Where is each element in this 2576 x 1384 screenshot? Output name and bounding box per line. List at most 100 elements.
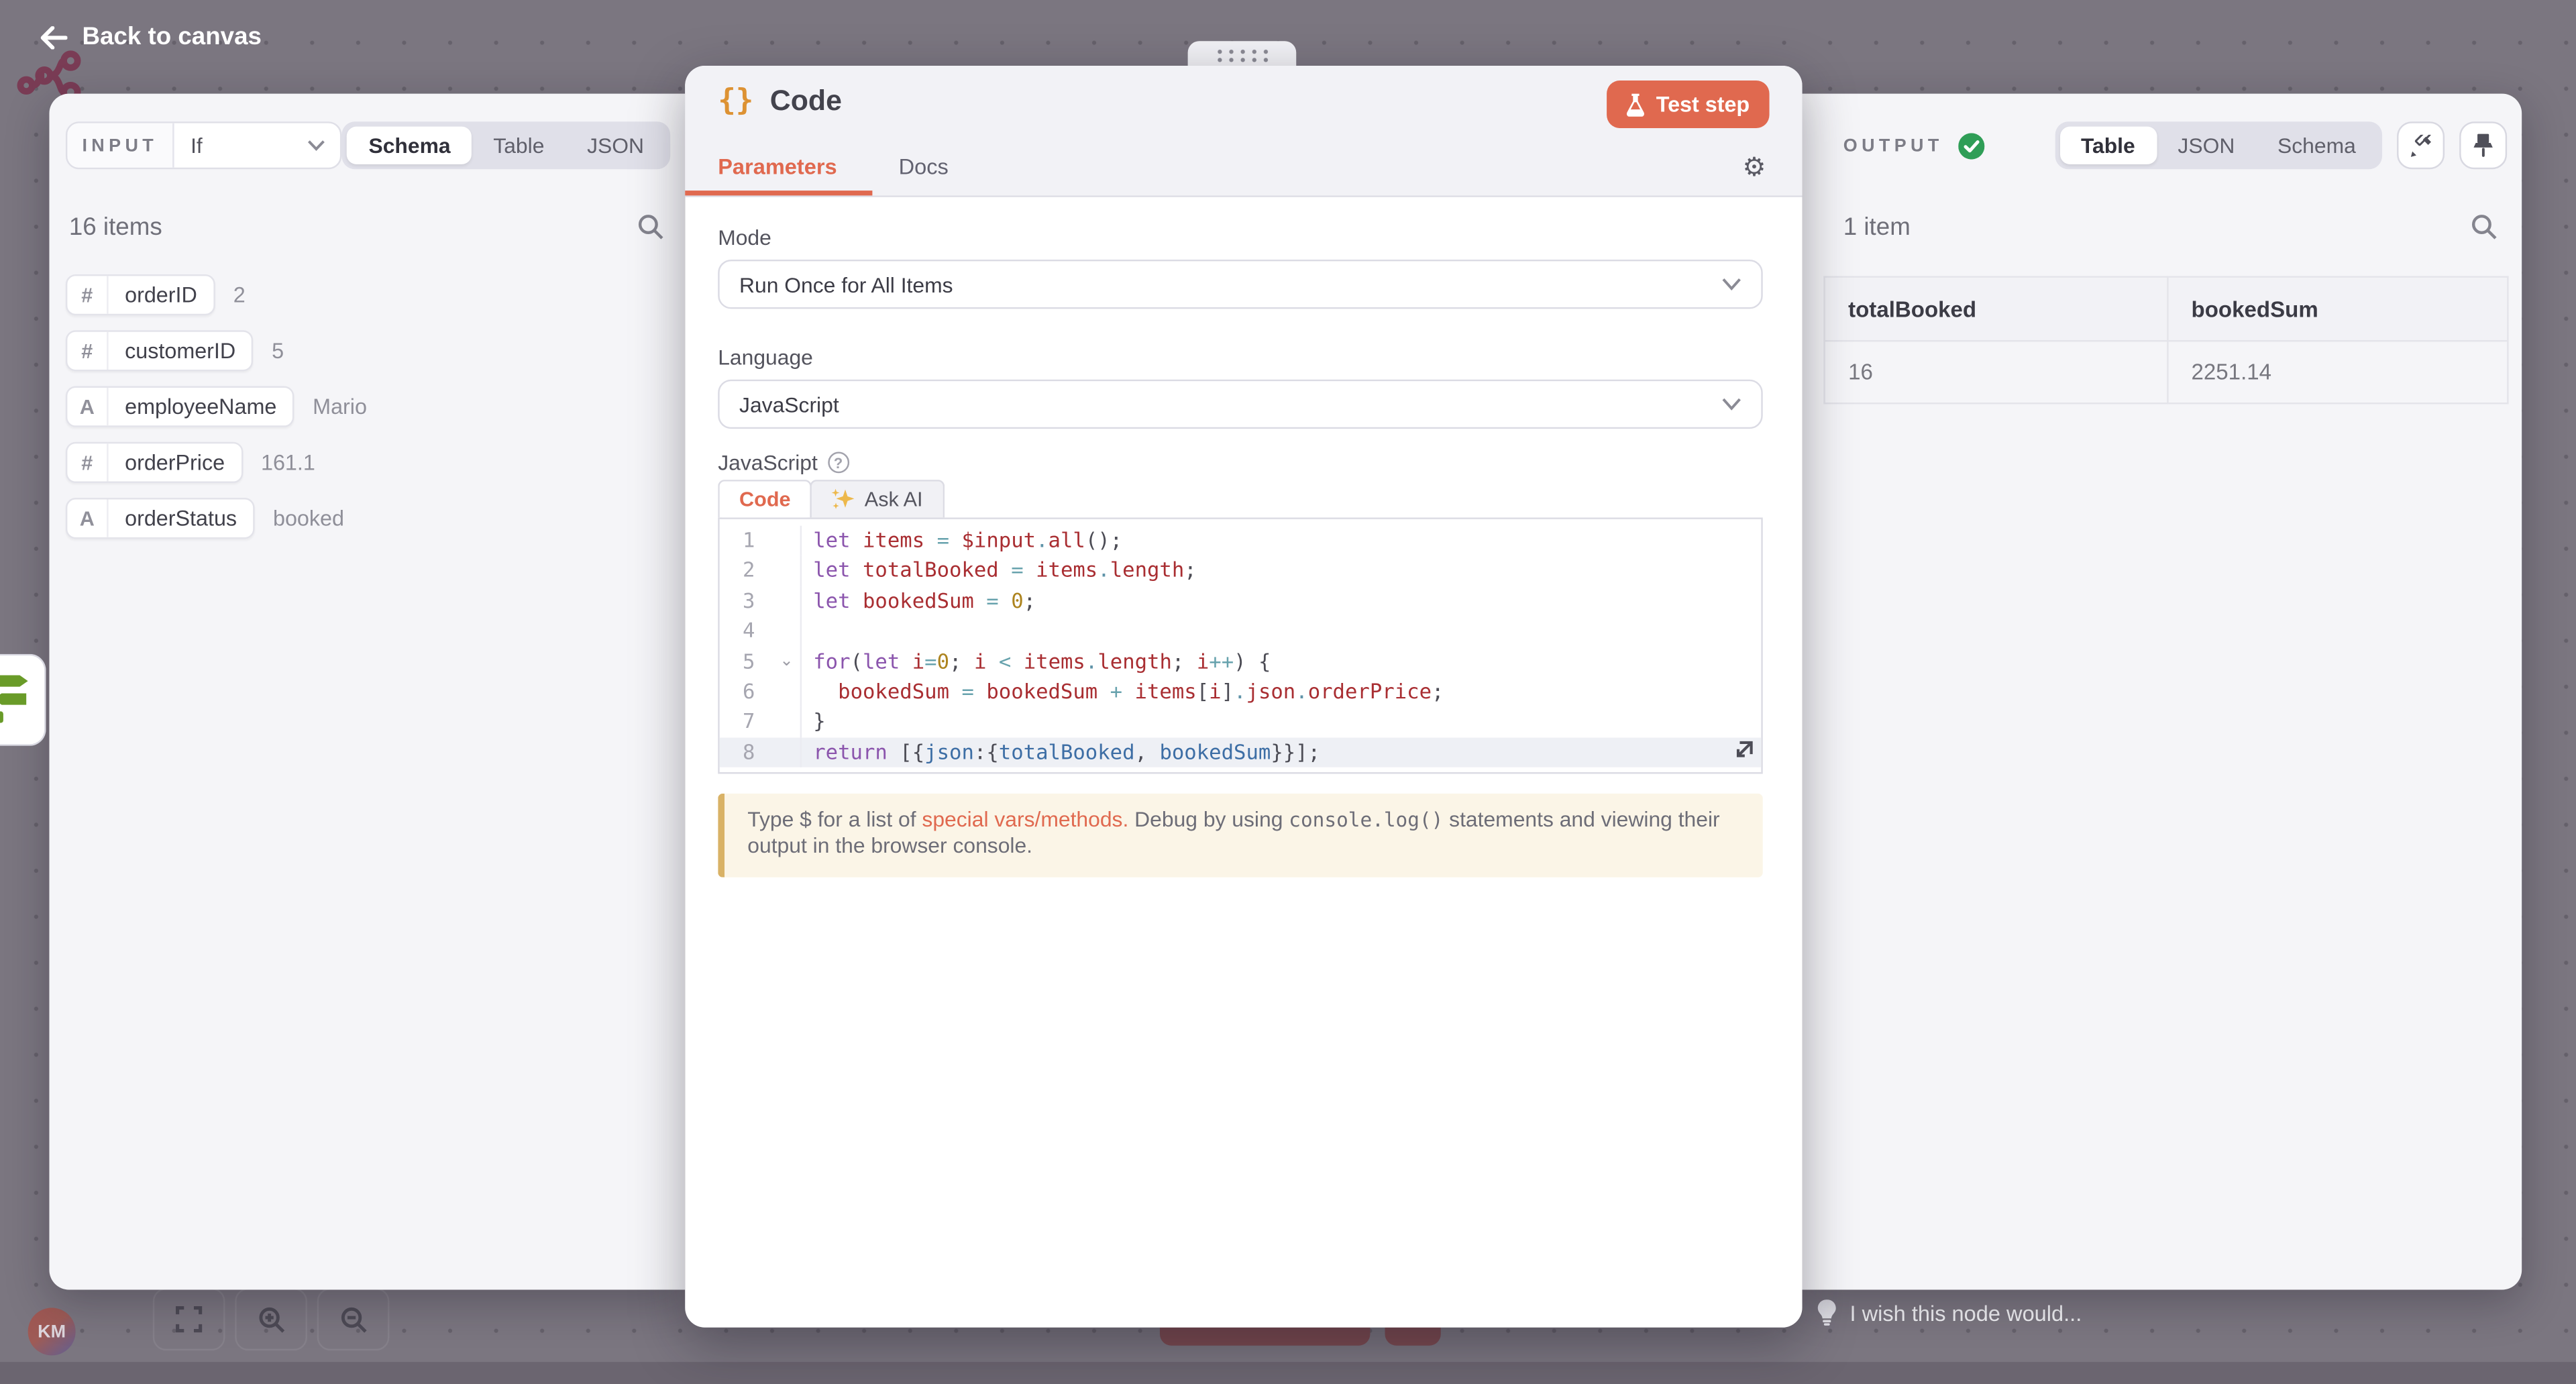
code-editor[interactable]: 1let items = $input.all();2let totalBook… [718, 517, 1763, 774]
line-number: 2 [720, 556, 802, 586]
line-content: let totalBooked = items.length; [802, 556, 1197, 586]
field-value: 5 [272, 338, 284, 363]
sparkles-icon [832, 488, 855, 511]
search-icon[interactable] [2471, 213, 2497, 239]
output-table-wrap: totalBookedbookedSum 162251.14 [1823, 276, 2508, 404]
input-node-selector[interactable]: INPUT If [66, 121, 342, 169]
user-avatar[interactable]: KM [28, 1308, 76, 1355]
screen: Back to canvas KM [0, 0, 2576, 1383]
tab-code[interactable]: Code [718, 480, 812, 517]
schema-pill[interactable]: #orderID [66, 274, 215, 315]
hint-text-2: Debug by using [1128, 806, 1289, 831]
tab-docs[interactable]: Docs [899, 154, 949, 179]
language-select[interactable]: JavaScript [718, 380, 1763, 429]
input-panel: INPUT If Schema Table JSON 16 items #ord… [49, 94, 685, 1290]
code-lines: 1let items = $input.all();2let totalBook… [720, 526, 1762, 767]
success-check-icon [1958, 132, 1984, 158]
code-line[interactable]: 7} [720, 707, 1762, 737]
output-tab-json[interactable]: JSON [2157, 127, 2257, 164]
editor-hint: Type $ for a list of special vars/method… [718, 794, 1763, 877]
output-cell: 16 [1825, 341, 2167, 403]
schema-pill[interactable]: #customerID [66, 330, 254, 371]
line-content: } [802, 707, 826, 737]
ndv-drag-handle[interactable] [1188, 41, 1297, 67]
line-number: 5⌄ [720, 647, 802, 677]
input-tab-json[interactable]: JSON [566, 127, 665, 164]
language-label: Language [718, 345, 813, 370]
hint-code: console.log() [1289, 808, 1443, 831]
back-to-canvas-button[interactable]: Back to canvas [40, 23, 262, 51]
code-line[interactable]: 1let items = $input.all(); [720, 526, 1762, 556]
input-label: INPUT [67, 123, 174, 168]
special-vars-link[interactable]: special vars/methods. [922, 806, 1128, 831]
tab-ask-ai[interactable]: Ask AI [810, 480, 944, 517]
code-line[interactable]: 3let bookedSum = 0; [720, 586, 1762, 617]
field-name: orderPrice [109, 443, 241, 481]
output-label: OUTPUT [1843, 136, 1943, 155]
zoom-to-fit-button[interactable] [153, 1288, 225, 1350]
tab-code-label: Code [739, 488, 791, 511]
schema-list: #orderID2#customerID5AemployeeNameMario#… [66, 274, 669, 553]
code-line[interactable]: 8return [{json:{totalBooked, bookedSum}}… [720, 737, 1762, 767]
schema-pill[interactable]: AemployeeName [66, 386, 294, 427]
input-count-row: 16 items [69, 209, 664, 245]
field-name: customerID [109, 332, 252, 370]
if-node-card[interactable] [0, 654, 46, 746]
node-feedback-link[interactable]: I wish this node would... [1817, 1299, 2082, 1326]
input-tab-table[interactable]: Table [472, 127, 566, 164]
fold-chevron-icon[interactable]: ⌄ [780, 647, 794, 677]
tab-parameters[interactable]: Parameters [718, 154, 837, 179]
zoom-in-icon [257, 1306, 285, 1334]
line-content [802, 617, 813, 647]
chevron-down-icon [1722, 398, 1741, 411]
field-type-icon: # [67, 332, 108, 370]
tab-ask-ai-label: Ask AI [865, 488, 923, 511]
back-to-canvas-label: Back to canvas [82, 23, 262, 51]
schema-item[interactable]: #orderID2 [66, 274, 669, 315]
search-icon[interactable] [637, 213, 663, 239]
schema-pill[interactable]: AorderStatus [66, 498, 255, 539]
code-line[interactable]: 5⌄for(let i=0; i < items.length; i++) { [720, 647, 1762, 677]
test-step-label: Test step [1656, 92, 1750, 117]
field-value: booked [273, 506, 344, 531]
line-number: 4 [720, 617, 802, 647]
output-panel-header: OUTPUT Table JSON Schema [1843, 121, 2507, 169]
schema-item[interactable]: #customerID 5 [66, 330, 669, 371]
line-content: let items = $input.all(); [802, 526, 1122, 556]
input-node-selector-value: If [174, 133, 308, 158]
edit-output-button[interactable] [2397, 121, 2445, 169]
output-tab-table[interactable]: Table [2059, 127, 2156, 164]
field-type-icon: # [67, 443, 108, 481]
field-name: employeeName [109, 388, 293, 425]
input-tab-schema[interactable]: Schema [347, 127, 472, 164]
node-detail-card: {} Code Test step Parameters Docs ⚙ Mode… [685, 66, 1802, 1328]
pencil-icon [2409, 134, 2432, 157]
mode-select[interactable]: Run Once for All Items [718, 260, 1763, 309]
flask-icon [1627, 93, 1645, 115]
chevron-down-icon [1722, 278, 1741, 291]
help-question-icon[interactable]: ? [828, 451, 849, 473]
pin-icon [2473, 133, 2494, 158]
schema-item[interactable]: AorderStatus booked [66, 498, 669, 539]
input-items-count: 16 items [69, 213, 162, 241]
canvas-zoom-controls [153, 1288, 390, 1350]
pin-output-button[interactable] [2459, 121, 2507, 169]
code-line[interactable]: 6 bookedSum = bookedSum + items[i].json.… [720, 677, 1762, 707]
code-node-icon: {} [718, 84, 753, 118]
code-line[interactable]: 4 [720, 617, 1762, 647]
schema-item[interactable]: #orderPrice161.1 [66, 442, 669, 483]
zoom-in-button[interactable] [235, 1288, 307, 1350]
schema-item[interactable]: AemployeeNameMario [66, 386, 669, 427]
schema-pill[interactable]: #orderPrice [66, 442, 243, 483]
zoom-out-button[interactable] [317, 1288, 390, 1350]
line-content: for(let i=0; i < items.length; i++) { [802, 647, 1271, 677]
mode-label: Mode [718, 225, 771, 250]
code-line[interactable]: 2let totalBooked = items.length; [720, 556, 1762, 586]
line-number: 6 [720, 677, 802, 707]
node-parameters: Mode Run Once for All Items Language Jav… [685, 197, 1802, 1328]
node-settings-gear-icon[interactable]: ⚙ [1743, 156, 1766, 182]
expand-editor-icon[interactable] [1730, 741, 1753, 763]
test-step-button[interactable]: Test step [1607, 81, 1769, 128]
if-node-icon [0, 672, 33, 746]
output-tab-schema[interactable]: Schema [2256, 127, 2377, 164]
